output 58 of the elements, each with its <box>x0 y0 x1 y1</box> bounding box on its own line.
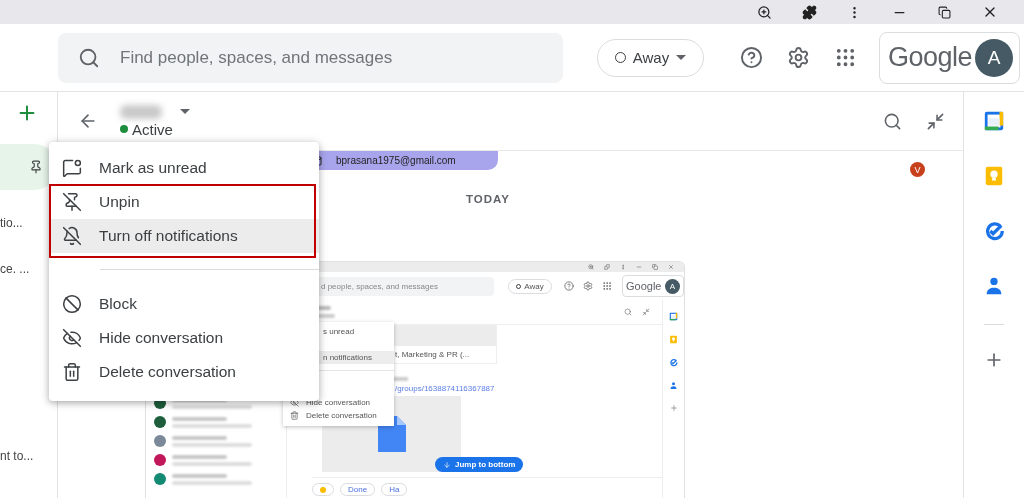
close-icon <box>668 264 674 270</box>
trash-icon <box>62 362 82 382</box>
zoom-icon <box>588 264 594 270</box>
chat-snippet: tio... <box>0 216 24 230</box>
date-divider: TODAY <box>466 193 510 205</box>
menu-item[interactable]: Hide conversation <box>49 321 319 355</box>
check-circle-icon[interactable] <box>669 358 678 367</box>
chat-snippet: nt to... <box>0 449 35 463</box>
puzzle-icon[interactable] <box>802 4 817 20</box>
settings-icon[interactable] <box>787 46 810 69</box>
collapse-icon <box>642 308 650 316</box>
message-dot-icon <box>62 158 82 178</box>
redacted-name <box>172 454 227 459</box>
pin-icon <box>29 160 43 174</box>
apps-icon[interactable] <box>834 46 857 69</box>
redacted-name <box>172 435 227 440</box>
presence-status: Active <box>120 120 190 138</box>
search-icon[interactable] <box>883 111 902 131</box>
help-icon <box>564 281 574 291</box>
eye-off-icon <box>290 398 299 407</box>
menu-item[interactable]: Mark as unread <box>49 151 319 185</box>
menu-item[interactable]: Block <box>49 287 319 321</box>
check-circle-icon[interactable] <box>983 220 1005 242</box>
block-icon <box>62 294 82 314</box>
help-icon[interactable] <box>740 46 763 69</box>
person-icon[interactable] <box>669 381 678 390</box>
search-field[interactable]: Find people, spaces, and messages <box>58 32 563 83</box>
restore-icon <box>652 264 658 270</box>
sender-avatar: V <box>910 162 925 177</box>
eye-off-icon <box>62 328 82 348</box>
search-icon <box>78 46 100 69</box>
jump-button[interactable]: Jump to bottom <box>435 457 524 472</box>
puzzle-icon <box>604 264 610 270</box>
zoom-icon[interactable] <box>757 4 772 20</box>
pin-off-icon <box>62 192 82 212</box>
account-switcher[interactable]: Google A <box>879 31 1020 84</box>
plus-icon <box>669 404 678 412</box>
caret-icon[interactable] <box>180 109 190 114</box>
bell-off-icon <box>62 226 82 246</box>
redacted-name <box>172 416 227 421</box>
status-button[interactable]: Away <box>597 38 704 77</box>
trash-icon <box>290 411 299 420</box>
search-icon <box>624 308 632 316</box>
redacted-name <box>172 473 227 478</box>
redacted-name <box>120 104 162 119</box>
menu-item[interactable]: Turn off notifications <box>49 219 319 253</box>
collapse-icon[interactable] <box>926 111 945 131</box>
minimize-icon <box>636 264 642 270</box>
settings-icon <box>583 281 593 291</box>
menu-item[interactable]: Delete conversation <box>49 355 319 389</box>
more-icon <box>620 264 626 270</box>
account-switcher: Google A <box>622 275 684 297</box>
arrow-down-icon <box>443 460 451 469</box>
chat-snippet: ce. ... <box>0 262 31 276</box>
calendar-icon[interactable] <box>983 110 1005 132</box>
calendar-icon[interactable] <box>669 312 678 321</box>
restore-icon[interactable] <box>938 5 951 19</box>
apps-icon <box>602 281 612 291</box>
